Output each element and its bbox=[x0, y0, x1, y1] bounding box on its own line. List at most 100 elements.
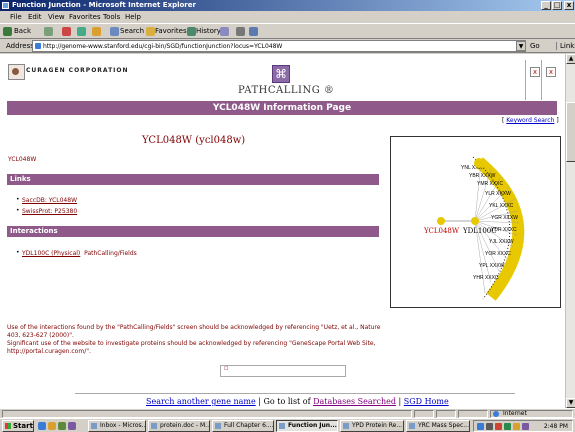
network-icon[interactable] bbox=[477, 423, 484, 430]
saccdb-link[interactable]: SaccDB: YCL048W bbox=[22, 197, 77, 204]
stop-icon[interactable] bbox=[62, 27, 71, 36]
start-button[interactable]: Start bbox=[2, 420, 34, 432]
back-arrow-icon[interactable] bbox=[3, 27, 12, 36]
ie-icon bbox=[2, 2, 9, 9]
globe-icon bbox=[493, 411, 499, 417]
menu-bar: File Edit View Favorites Tools Help bbox=[0, 11, 575, 23]
menu-tools[interactable]: Tools bbox=[103, 13, 120, 21]
svg-text:YLR XXXW: YLR XXXW bbox=[485, 191, 511, 197]
close-icon[interactable]: x bbox=[546, 67, 556, 77]
minimize-button[interactable]: _ bbox=[541, 1, 551, 10]
refresh-icon[interactable] bbox=[77, 27, 86, 36]
go-button[interactable]: Go bbox=[530, 42, 540, 50]
status-text bbox=[2, 410, 412, 418]
favorites-icon[interactable] bbox=[146, 27, 155, 36]
list-item: SwissProt: P25380 bbox=[16, 207, 77, 215]
svg-text:YOR XXXC: YOR XXXC bbox=[485, 251, 511, 257]
menu-edit[interactable]: Edit bbox=[28, 13, 42, 21]
list-item: SaccDB: YCL048W bbox=[16, 196, 77, 204]
task-inbox[interactable]: Inbox - Micros... bbox=[88, 420, 146, 432]
page-icon bbox=[35, 43, 41, 49]
task-protein-doc[interactable]: protein.doc - M... bbox=[148, 420, 210, 432]
task-yrc-mass-spec[interactable]: YRC Mass Spec... bbox=[406, 420, 470, 432]
tray-app-icon[interactable] bbox=[522, 423, 529, 430]
task-full-chapter[interactable]: Full Chapter 6.... bbox=[212, 420, 274, 432]
task-function-junction[interactable]: Function Jun... bbox=[276, 420, 338, 432]
address-label: Address bbox=[6, 42, 34, 50]
footer-separator: | Go to list of bbox=[255, 397, 314, 406]
svg-text:YHR XXXC: YHR XXXC bbox=[473, 275, 499, 281]
window-title: Function Junction - Microsoft Internet E… bbox=[12, 1, 196, 9]
gene-heading: YCL048W (ycl048w) bbox=[142, 135, 246, 146]
menu-view[interactable]: View bbox=[48, 13, 65, 21]
title-bar: Function Junction - Microsoft Internet E… bbox=[0, 0, 575, 11]
interactions-section-header: Interactions bbox=[7, 226, 379, 237]
zone-label: Internet bbox=[503, 410, 527, 417]
history-icon[interactable] bbox=[187, 27, 196, 36]
hub-node-label: YDL100C bbox=[462, 227, 497, 235]
footer-separator: | bbox=[395, 397, 404, 406]
task-ypd-protein[interactable]: YPD Protein Re... bbox=[340, 420, 404, 432]
address-dropdown[interactable]: ▼ bbox=[516, 41, 526, 51]
center-node[interactable] bbox=[437, 217, 445, 225]
svg-text:YBR XXXW: YBR XXXW bbox=[469, 173, 496, 179]
pathcalling-brand: PATHCALLING ® bbox=[238, 85, 335, 96]
taskbar: Start Inbox - Micros... protein.doc - M.… bbox=[0, 418, 575, 432]
edit-icon[interactable] bbox=[249, 27, 258, 36]
favorites-button[interactable]: Favorites bbox=[155, 27, 187, 35]
databases-link[interactable]: Databases Searched bbox=[313, 397, 396, 406]
keyword-search-link[interactable]: Keyword Search bbox=[506, 117, 554, 124]
clock: 2:48 PM bbox=[543, 423, 568, 430]
footer-nav: Search another gene name | Go to list of… bbox=[146, 397, 449, 406]
close-icon[interactable]: x bbox=[530, 67, 540, 77]
sgd-home-link[interactable]: SGD Home bbox=[404, 397, 449, 406]
svg-text:YMR XXXC: YMR XXXC bbox=[477, 181, 504, 187]
print-icon[interactable] bbox=[236, 27, 245, 36]
interaction-link[interactable]: YDL100C (Physical) bbox=[22, 250, 80, 257]
home-icon[interactable] bbox=[92, 27, 101, 36]
mail-icon[interactable] bbox=[220, 27, 229, 36]
scroll-down-arrow-icon[interactable]: ▼ bbox=[566, 398, 575, 408]
menu-file[interactable]: File bbox=[10, 13, 22, 21]
maximize-button[interactable]: □ bbox=[552, 1, 562, 10]
antivirus-icon[interactable] bbox=[495, 423, 502, 430]
scroll-up-arrow-icon[interactable]: ▲ bbox=[566, 54, 575, 64]
close-button[interactable]: x bbox=[564, 1, 574, 10]
history-button[interactable]: History bbox=[196, 27, 221, 35]
header-divider bbox=[541, 60, 542, 100]
back-button[interactable]: Back bbox=[14, 27, 31, 35]
graph-node[interactable] bbox=[474, 158, 484, 168]
status-panel bbox=[436, 410, 456, 418]
scroll-thumb[interactable] bbox=[566, 102, 575, 162]
svg-text:YPL XXXW: YPL XXXW bbox=[479, 263, 505, 269]
links-section-header: Links bbox=[7, 174, 379, 185]
graph-svg: YNL XXXYBR XXXW YMR XXXCYLR XXXW YKL XXX… bbox=[423, 156, 525, 301]
ie-quicklaunch-icon[interactable] bbox=[38, 422, 46, 430]
swissprot-link[interactable]: SwissProt: P25380 bbox=[22, 208, 77, 215]
acknowledgement-text: Use of the interactions found by the "Pa… bbox=[7, 324, 387, 356]
address-input[interactable]: http://genome-www.stanford.edu/cgi-bin/S… bbox=[32, 40, 526, 52]
links-button[interactable]: Links bbox=[556, 42, 575, 50]
volume-icon[interactable] bbox=[486, 423, 493, 430]
toolbar: Back Search Favorites History bbox=[0, 23, 575, 39]
pathcalling-logo: ⌘ bbox=[272, 65, 290, 83]
menu-help[interactable]: Help bbox=[125, 13, 141, 21]
search-input[interactable]: ☐ bbox=[220, 365, 346, 377]
outlook-icon[interactable] bbox=[58, 422, 66, 430]
menu-favorites[interactable]: Favorites bbox=[69, 13, 101, 21]
search-button[interactable]: Search bbox=[120, 27, 144, 35]
forward-arrow-icon[interactable] bbox=[44, 27, 53, 36]
desktop-icon[interactable] bbox=[48, 422, 56, 430]
status-panel bbox=[414, 410, 434, 418]
vertical-scrollbar[interactable]: ▲ ▼ bbox=[565, 54, 575, 408]
curagen-logo bbox=[8, 64, 25, 80]
search-gene-link[interactable]: Search another gene name bbox=[146, 397, 256, 406]
tray-app-icon[interactable] bbox=[513, 423, 520, 430]
interaction-graph[interactable]: YNL XXX YBR XXXW YMR XXXC YLR XXXW YKL XXX… bbox=[390, 136, 561, 308]
status-bar: Internet bbox=[0, 408, 575, 418]
hub-node[interactable] bbox=[471, 217, 479, 225]
header-divider bbox=[525, 60, 526, 100]
app-icon[interactable] bbox=[68, 422, 76, 430]
search-icon[interactable] bbox=[110, 27, 119, 36]
tray-app-icon[interactable] bbox=[504, 423, 511, 430]
